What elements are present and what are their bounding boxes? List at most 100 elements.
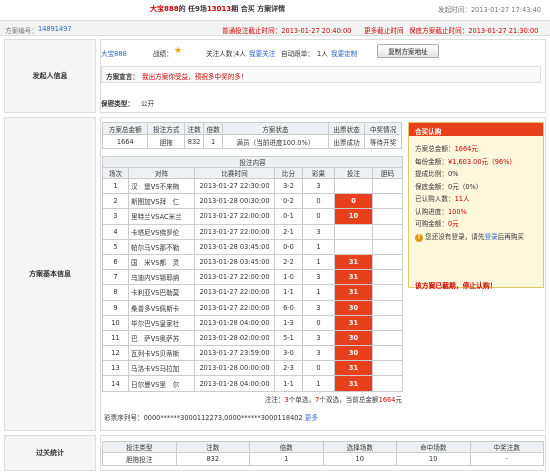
match-res-cell: 3	[302, 345, 335, 362]
copy-address-button[interactable]: 复制方案地址	[377, 44, 439, 58]
match-dan-cell	[371, 238, 404, 255]
match-dan-cell	[371, 177, 404, 195]
match-bet-cell: 31	[334, 360, 373, 377]
match-no-cell: 12	[102, 345, 129, 362]
more-deadline-link[interactable]: 更多截止时间	[364, 25, 404, 35]
match-dan-cell	[371, 360, 404, 377]
buyers-row: 已认购人数：11人	[415, 193, 524, 206]
match-time-cell: 2013-01-28 00:30:00	[194, 193, 275, 210]
sponsor-user[interactable]: 大宝888	[101, 48, 127, 58]
pass-header: 选择场数	[322, 441, 397, 453]
auto-count: 1人	[317, 50, 328, 58]
footer-text: 个单选，	[288, 396, 316, 404]
bonus-row: 提成比例：0%	[415, 168, 524, 181]
pass-cell: 832	[175, 452, 250, 466]
match-res-cell: 0	[302, 193, 335, 210]
match-bet-cell: 30	[334, 299, 373, 316]
match-score-cell: 6-0	[274, 299, 303, 316]
summary-cell: 出票成功	[327, 134, 366, 149]
match-row: 2 斯图加VS拜 仁 2013-01-28 00:30:00 0-2 0 0	[102, 193, 404, 210]
summary-header: 投注方式	[147, 122, 186, 135]
detail-header: 胆码	[371, 167, 404, 179]
match-no-cell: 13	[102, 360, 129, 377]
match-score-cell: 3-0	[274, 345, 303, 362]
match-score-cell: 1-1	[274, 284, 303, 301]
share-value: ¥1,603.00元（96%）	[447, 157, 516, 166]
summary-cell: 满员（当前进度100.0%）	[222, 134, 329, 149]
summary-header: 出票状态	[327, 122, 366, 135]
title-issue: 13013	[206, 5, 232, 13]
bonus-label: 提成比例：	[415, 170, 448, 178]
match-bet-cell: 30	[334, 345, 373, 362]
match-time-cell: 2013-01-27 22:00:00	[194, 223, 275, 240]
match-res-cell: 3	[302, 299, 335, 316]
login-row: ! 您还没有登录，请先登录后再购买	[415, 231, 524, 244]
match-vs-cell: 汉 堡VS不来梅	[128, 177, 195, 195]
serial-more-link[interactable]: 更多	[305, 414, 318, 422]
baodi-value: 0元（0%）	[447, 182, 483, 191]
summary-cell: 1664	[101, 134, 149, 149]
match-row: 5 帕尔马VS那不勒 2013-01-28 03:45:00 0-0 1	[102, 238, 404, 255]
match-dan-cell	[371, 375, 404, 392]
match-time-cell: 2013-01-28 04:00:00	[194, 375, 275, 392]
match-score-cell: 2-3	[274, 360, 303, 377]
plan-no: 14891497	[38, 25, 72, 33]
summary-cell: 832	[184, 134, 205, 149]
total-row: 方案总金额：1664元	[415, 143, 524, 156]
follow-link[interactable]: 我要关注	[249, 48, 275, 58]
footer-text: 注注：	[264, 396, 285, 404]
pass-header: 倍数	[249, 441, 324, 453]
publish-time-value: 2013-01-27 17:43:40	[470, 6, 541, 14]
match-time-cell: 2013-01-27 22:00:00	[194, 284, 275, 301]
match-bet-cell: 31	[334, 314, 373, 331]
match-time-cell: 2013-01-27 22:30:00	[194, 177, 275, 195]
match-res-cell: 3	[302, 329, 335, 347]
declare-label: 方案宣言：	[106, 73, 139, 81]
baodi-label: 保底金额：	[415, 182, 448, 191]
auto-label: 自动跟单：	[281, 50, 314, 58]
publish-time-label: 发起时间：	[438, 6, 471, 14]
detail-title: 投注内容	[101, 156, 404, 168]
match-no-cell: 9	[102, 299, 129, 316]
pass-cell: -	[469, 452, 544, 466]
serial-value: 0000******3000112273,0000******300011840…	[143, 414, 303, 422]
match-time-cell: 2013-01-27 23:59:00	[194, 345, 275, 362]
footer-amount: 1664	[378, 396, 396, 404]
match-vs-cell: 马洛卡VS马拉加	[128, 360, 195, 377]
match-bet-cell: 31	[334, 284, 373, 301]
bonus-value: 0%	[447, 170, 459, 178]
detail-header: 比赛时间	[194, 167, 275, 179]
match-time-cell: 2013-01-28 04:00:00	[194, 314, 275, 331]
match-dan-cell	[371, 269, 404, 286]
match-row: 3 里特兰VSAC米兰 2013-01-27 22:00:00 0-1 0 10	[102, 208, 404, 225]
match-row: 7 乌迪内VS锡耶纳 2013-01-27 22:00:00 1-0 3 31	[102, 269, 404, 286]
match-row: 10 毕尔巴VS皇家社 2013-01-28 04:00:00 1-3 0 31	[102, 314, 404, 331]
follow-count: 4人	[235, 50, 246, 58]
money-value: 0元	[447, 220, 459, 228]
share-row: 每份金额：¥1,603.00元（96%）	[415, 156, 524, 169]
detail-header: 比分	[274, 167, 303, 179]
full-notice: 该方案已截期，停止认购！	[415, 282, 497, 290]
match-score-cell: 1-3	[274, 314, 303, 331]
progress-row: 认购进度：100%	[415, 206, 524, 219]
match-bet-cell: 0	[334, 193, 373, 210]
title-end: 期 合买 方案详情	[231, 5, 286, 13]
match-list: 1汉 堡VS不来梅 2013-01-27 22:30:00 3-2 3 2 斯图加VS拜 …	[102, 177, 404, 392]
match-dan-cell	[371, 345, 404, 362]
summary-cell: 等待开奖	[364, 134, 402, 149]
match-dan-cell	[371, 299, 404, 316]
footer-text: 元	[395, 396, 402, 404]
match-bet-cell: 31	[334, 375, 373, 392]
match-row: 14 日尔曼VS里 尔 2013-01-28 04:00:00 1-1 1 31	[102, 375, 404, 392]
serial-label: 彩票序列号：	[104, 414, 144, 422]
match-no-cell: 5	[102, 238, 129, 255]
summary-header: 注数	[184, 122, 205, 135]
title-user[interactable]: 大宝888	[150, 5, 179, 13]
auto-link[interactable]: 我要定制	[331, 48, 357, 58]
match-dan-cell	[371, 314, 404, 331]
plan-no-label: 方案编号：	[5, 27, 38, 35]
login-link[interactable]: 登录	[484, 233, 497, 241]
match-row: 13 马洛卡VS马拉加 2013-01-28 00:00:00 2-3 0 31	[102, 360, 404, 377]
bet-footer: 注注：3个单选，7个双选，当前总金额1664元	[160, 394, 402, 404]
warning-icon: !	[415, 233, 423, 242]
